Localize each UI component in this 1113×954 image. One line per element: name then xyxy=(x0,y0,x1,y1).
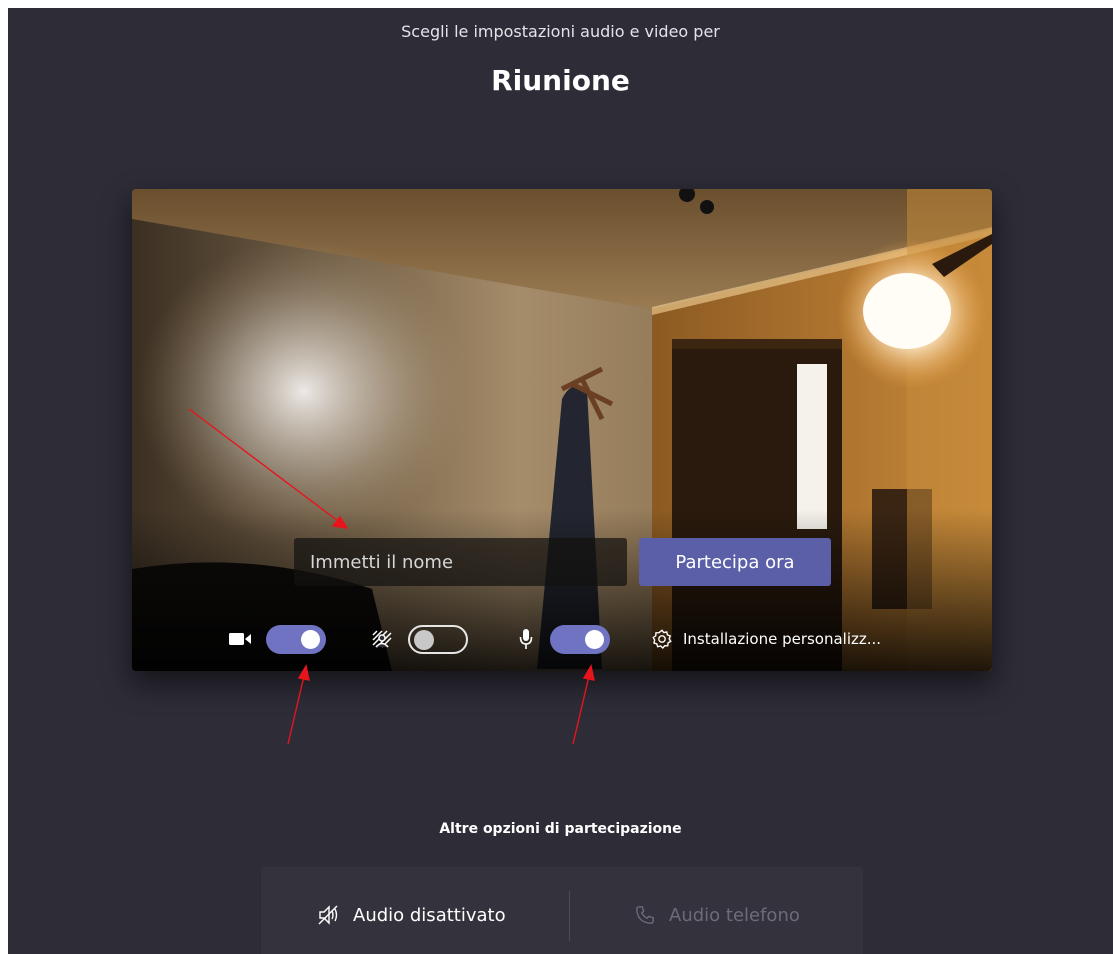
custom-setup-label: Installazione personalizz... xyxy=(683,630,882,648)
camera-toggle[interactable] xyxy=(266,625,326,654)
audio-off-option[interactable]: Audio disattivato xyxy=(317,901,506,929)
camera-preview: Partecipa ora xyxy=(132,189,992,671)
phone-icon xyxy=(633,903,657,927)
microphone-toggle[interactable] xyxy=(550,625,610,654)
background-blur-icon xyxy=(369,626,395,652)
toggle-knob xyxy=(301,630,320,649)
meeting-prejoin-screen: Scegli le impostazioni audio e video per… xyxy=(8,8,1113,954)
gear-icon xyxy=(649,626,675,652)
microphone-icon xyxy=(513,626,539,652)
speaker-muted-icon xyxy=(317,903,341,927)
phone-audio-label: Audio telefono xyxy=(669,904,800,926)
more-join-options: Audio disattivato Audio telefono xyxy=(261,867,863,954)
custom-setup-button[interactable]: Installazione personalizz... xyxy=(649,626,881,652)
join-now-button[interactable]: Partecipa ora xyxy=(639,538,831,586)
video-camera-icon xyxy=(227,626,253,652)
device-controls: Installazione personalizz... xyxy=(132,614,992,664)
toggle-knob xyxy=(414,630,434,650)
prejoin-subtitle: Scegli le impostazioni audio e video per xyxy=(401,22,720,41)
more-options-heading: Altre opzioni di partecipazione xyxy=(439,821,682,837)
audio-off-label: Audio disattivato xyxy=(353,904,506,926)
phone-audio-option[interactable]: Audio telefono xyxy=(633,901,800,929)
meeting-title: Riunione xyxy=(491,64,630,97)
toggle-knob xyxy=(585,630,604,649)
name-input[interactable] xyxy=(294,538,627,586)
background-effects-toggle[interactable] xyxy=(408,625,468,654)
camera-feed-image xyxy=(132,189,992,671)
options-divider xyxy=(569,891,570,941)
